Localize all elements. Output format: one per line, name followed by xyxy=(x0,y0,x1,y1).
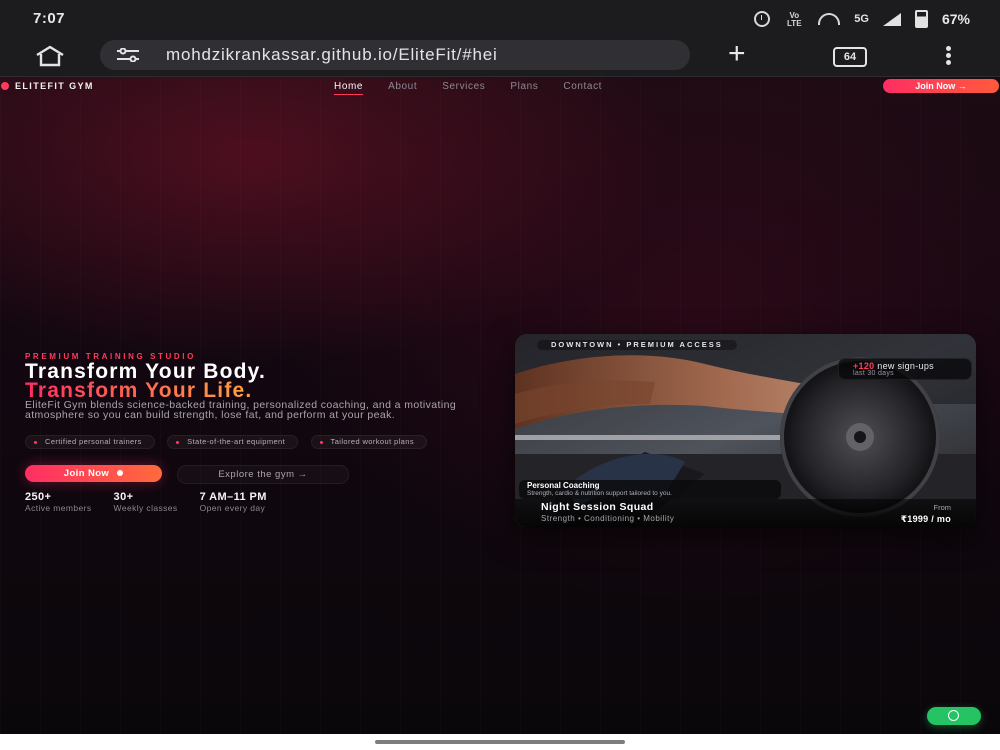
stat-members: 250+ Active members xyxy=(25,491,92,514)
hotspot-icon xyxy=(818,13,841,25)
stat-value: 250+ xyxy=(25,491,52,503)
nav-join-button[interactable]: Join Now → xyxy=(883,79,999,93)
signups-period: last 30 days xyxy=(853,370,894,377)
price-prefix: From xyxy=(933,503,952,512)
hero-card: DOWNTOWN • PREMIUM ACCESS +120 new sign-… xyxy=(515,334,976,527)
tab-switcher-icon[interactable]: 64 xyxy=(833,47,867,67)
price-value: ₹1999 / mo xyxy=(900,514,951,524)
stat-classes: 30+ Weekly classes xyxy=(113,491,178,514)
whatsapp-icon xyxy=(948,710,959,721)
stat-hours: 7 AM–11 PM Open every day xyxy=(199,491,267,514)
volte-icon: Vo LTE xyxy=(787,11,802,28)
phone-screen: 7:07 Vo LTE 5G 67% mohdzikrankassar.gith… xyxy=(0,0,1000,750)
nav-link-home[interactable]: Home xyxy=(334,81,364,95)
stat-label: Open every day xyxy=(199,503,266,513)
bullet-dot-icon xyxy=(34,440,37,444)
site-settings-icon[interactable] xyxy=(116,47,140,63)
stat-value: 30+ xyxy=(113,491,134,503)
brand-dot-icon xyxy=(1,82,9,90)
hero-title: Transform Your Body. Transform Your Life… xyxy=(25,361,266,401)
bullet-dot-icon xyxy=(176,440,180,444)
stat-label: Weekly classes xyxy=(113,503,178,513)
network-type: 5G xyxy=(854,13,869,25)
url-text[interactable]: mohdzikrankassar.github.io/EliteFit/#hei xyxy=(166,45,678,65)
feature-chip: Tailored workout plans xyxy=(310,435,427,449)
feature-chips: Certified personal trainers State-of-the… xyxy=(25,431,465,452)
signal-icon xyxy=(882,12,901,26)
status-time: 7:07 xyxy=(33,10,66,27)
status-bar: 7:07 Vo LTE 5G 67% xyxy=(0,0,1000,36)
nav-link-plans[interactable]: Plans xyxy=(510,81,538,92)
hero-join-label: Join Now xyxy=(63,468,110,479)
nav-link-contact[interactable]: Contact xyxy=(563,81,602,92)
hero-description: EliteFit Gym blends science-backed train… xyxy=(25,399,457,421)
signups-badge: +120 new sign-ups last 30 days xyxy=(838,358,972,380)
home-icon[interactable] xyxy=(33,45,67,67)
card-footer: Night Session Squad Strength • Condition… xyxy=(515,499,976,527)
gesture-bar xyxy=(0,734,1000,750)
status-icons: Vo LTE 5G 67% xyxy=(754,10,970,28)
home-gesture-handle[interactable] xyxy=(375,740,625,744)
bullet-dot-icon xyxy=(319,440,323,444)
overflow-menu-icon[interactable] xyxy=(946,46,952,66)
explore-gym-button[interactable]: Explore the gym → xyxy=(177,465,349,484)
hero-title-line2: Transform Your Life. xyxy=(25,380,266,401)
feature-chip: State-of-the-art equipment xyxy=(167,435,299,449)
brand-name: ELITEFIT GYM xyxy=(15,81,94,91)
brand-logo[interactable]: ELITEFIT GYM xyxy=(0,81,94,91)
arrow-right-icon: → xyxy=(957,81,967,91)
browser-toolbar: mohdzikrankassar.github.io/EliteFit/#hei… xyxy=(0,36,1000,77)
site-navbar: ELITEFIT GYM Home About Services Plans C… xyxy=(0,77,1000,97)
alarm-icon xyxy=(754,11,771,27)
coaching-description: Strength, cardio & nutrition support tai… xyxy=(527,490,672,497)
card-location-label: DOWNTOWN • PREMIUM ACCESS xyxy=(537,340,737,350)
nav-link-about[interactable]: About xyxy=(388,81,417,92)
session-tags: Strength • Conditioning • Mobility xyxy=(541,514,675,523)
stat-label: Active members xyxy=(25,503,92,513)
dot-icon xyxy=(117,470,124,477)
feature-chip: Certified personal trainers xyxy=(25,435,155,449)
battery-icon xyxy=(914,10,928,28)
hero-stats: 250+ Active members 30+ Weekly classes 7… xyxy=(25,491,289,514)
nav-links: Home About Services Plans Contact xyxy=(334,81,602,95)
session-name: Night Session Squad xyxy=(541,501,654,513)
address-bar[interactable]: mohdzikrankassar.github.io/EliteFit/#hei xyxy=(100,40,690,70)
coaching-title: Personal Coaching xyxy=(527,481,600,490)
hero-join-button[interactable]: Join Now xyxy=(25,465,162,482)
new-tab-icon[interactable]: + xyxy=(728,39,746,69)
explore-gym-label: Explore the gym xyxy=(218,469,295,480)
battery-percent: 67% xyxy=(941,11,970,27)
coaching-badge: Personal Coaching Strength, cardio & nut… xyxy=(519,480,781,499)
web-page: ELITEFIT GYM Home About Services Plans C… xyxy=(0,77,1000,734)
stat-value: 7 AM–11 PM xyxy=(199,491,267,503)
nav-join-label: Join Now xyxy=(915,81,956,91)
arrow-right-icon: → xyxy=(297,469,308,480)
nav-link-services[interactable]: Services xyxy=(442,81,485,92)
whatsapp-button[interactable] xyxy=(927,707,981,725)
